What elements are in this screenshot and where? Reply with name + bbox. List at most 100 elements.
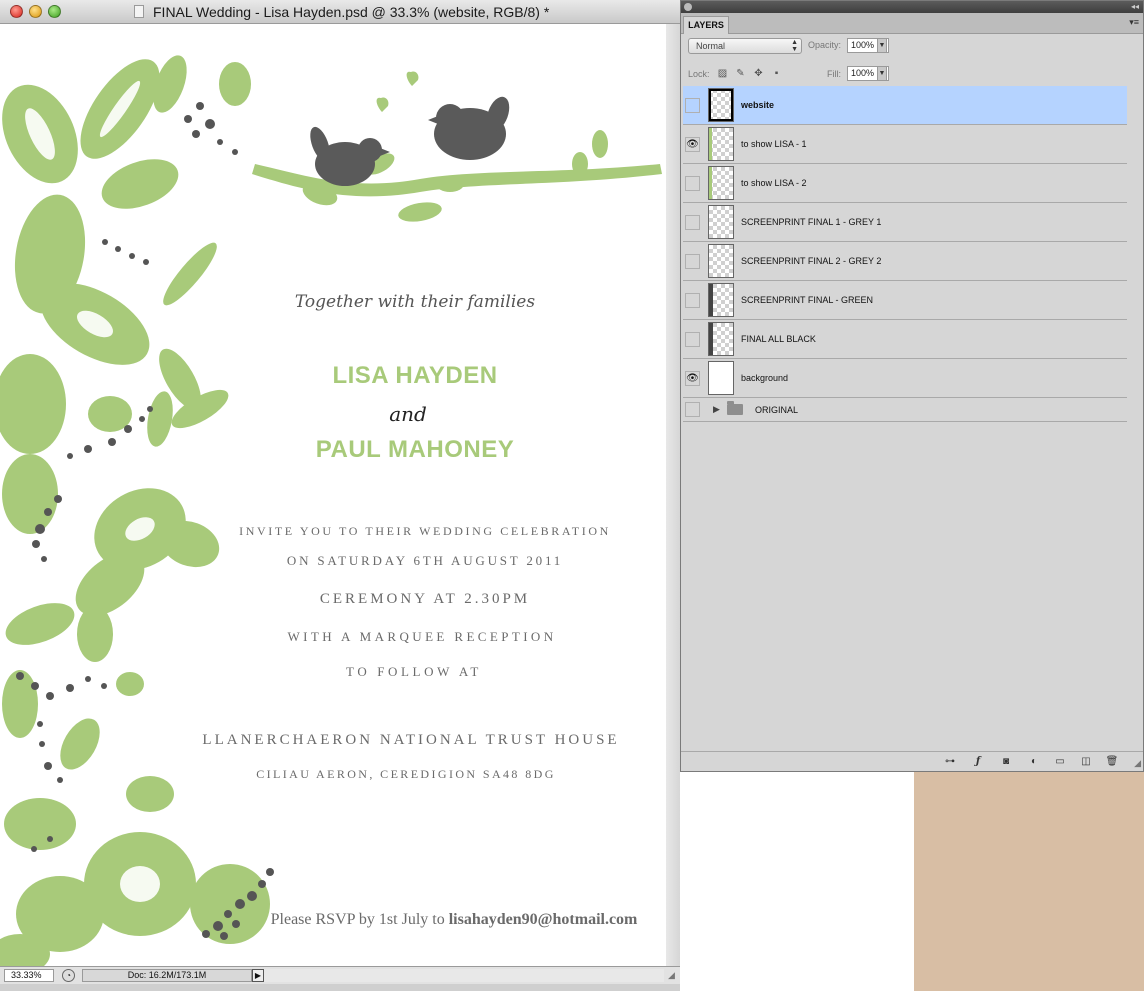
layer-thumbnail	[708, 127, 734, 161]
layer-thumbnail	[708, 205, 734, 239]
document-proxy-icon[interactable]	[134, 5, 144, 18]
layer-thumbnail	[708, 322, 734, 356]
layers-panel-footer: ⊶ ƒ ◙ ◐ ▭ ◫ 🗑 ◢	[681, 751, 1143, 771]
select-arrows-icon: ▲ ▼	[791, 39, 798, 53]
layer-row[interactable]: SCREENPRINT FINAL - GREEN	[683, 281, 1127, 320]
visibility-toggle[interactable]	[685, 332, 700, 347]
disclosure-triangle-icon[interactable]: ▶	[713, 404, 720, 415]
layer-name: to show LISA - 1	[741, 139, 807, 149]
rsvp-line: Please RSVP by 1st July to lisahayden90@…	[271, 911, 638, 929]
layer-row[interactable]: 👁 to show LISA - 1	[683, 125, 1127, 164]
add-mask-icon[interactable]: ◙	[999, 755, 1013, 768]
layer-name: to show LISA - 2	[741, 178, 807, 188]
lock-transparency-icon[interactable]: ▨	[717, 68, 728, 79]
layer-name: FINAL ALL BLACK	[741, 334, 816, 344]
panel-tab-row: LAYERS ▾≡	[681, 13, 1143, 34]
birds-on-branch	[252, 71, 662, 222]
document-window: FINAL Wedding - Lisa Hayden.psd @ 33.3% …	[0, 0, 680, 991]
layer-name: SCREENPRINT FINAL 1 - GREY 1	[741, 217, 882, 227]
floral-border-art	[0, 55, 270, 966]
visibility-toggle[interactable]	[685, 215, 700, 230]
opacity-label: Opacity:	[808, 40, 842, 50]
layer-name: SCREENPRINT FINAL 2 - GREY 2	[741, 256, 882, 266]
layer-row[interactable]: SCREENPRINT FINAL 1 - GREY 1	[683, 203, 1127, 242]
invitation-artwork	[0, 55, 662, 966]
intro-line: Together with their families	[294, 292, 536, 312]
lock-position-icon[interactable]: ✥	[753, 68, 764, 79]
window-titlebar[interactable]: FINAL Wedding - Lisa Hayden.psd @ 33.3% …	[0, 0, 680, 24]
desktop-window-behind	[914, 770, 1144, 991]
zoom-window-button[interactable]	[48, 5, 61, 18]
reception-line: with a marquee reception	[287, 629, 557, 644]
tab-layers[interactable]: LAYERS	[683, 16, 729, 34]
fill-label: Fill:	[827, 69, 841, 79]
zoom-level-field[interactable]: 33.33%	[4, 969, 54, 982]
blend-mode-value: Normal	[696, 41, 726, 51]
layer-row[interactable]: website	[683, 86, 1127, 125]
visibility-toggle[interactable]	[685, 254, 700, 269]
visibility-toggle[interactable]	[685, 293, 700, 308]
visibility-toggle[interactable]	[685, 98, 700, 113]
opacity-dropdown-icon[interactable]: ▼	[877, 38, 887, 53]
canvas-edge	[666, 24, 680, 966]
rsvp-text: Please RSVP by 1st July to	[270, 911, 449, 928]
close-window-button[interactable]	[10, 5, 23, 18]
status-menu-arrow-icon[interactable]: ▶	[252, 969, 264, 982]
layer-name: website	[741, 100, 775, 110]
layer-thumbnail	[708, 88, 734, 122]
new-layer-icon[interactable]: ◫	[1079, 755, 1093, 768]
layer-thumbnail	[708, 244, 734, 278]
layer-thumbnail	[708, 283, 734, 317]
window-bottom-edge	[0, 984, 680, 991]
layer-group-row[interactable]: ▶ ORIGINAL	[683, 398, 1127, 422]
panel-resize-grip-icon[interactable]: ◢	[1134, 758, 1141, 769]
document-size-readout[interactable]: Doc: 16.2M/173.1M	[82, 969, 252, 982]
lock-image-icon[interactable]: ✎	[735, 68, 746, 79]
panel-collapse-icon[interactable]: ◂◂	[1131, 1, 1139, 13]
lock-label: Lock:	[688, 69, 710, 79]
visibility-toggle[interactable]	[685, 176, 700, 191]
layer-thumbnail	[708, 361, 734, 395]
layers-panel: ◂◂ LAYERS ▾≡ Normal ▲ ▼ Opacity: 100% ▼ L…	[680, 0, 1144, 772]
layer-row[interactable]: to show LISA - 2	[683, 164, 1127, 203]
venue-name: LLANERCHAERON NATIONAL TRUST HOUSE	[202, 732, 620, 748]
panel-close-button[interactable]	[684, 3, 692, 11]
layer-row[interactable]: SCREENPRINT FINAL 2 - GREY 2	[683, 242, 1127, 281]
delete-layer-icon[interactable]: 🗑	[1105, 755, 1119, 768]
adjustment-layer-icon[interactable]: ◐	[1027, 755, 1041, 768]
ceremony-time: Ceremony at 2.30pm	[319, 591, 531, 607]
layer-name: SCREENPRINT FINAL - GREEN	[741, 295, 874, 305]
fill-dropdown-icon[interactable]: ▼	[877, 66, 887, 81]
invite-line-1: invite you to their wedding celebration	[239, 524, 611, 538]
layer-name: background	[741, 373, 789, 383]
layer-row[interactable]: 👁 background	[683, 359, 1127, 398]
lock-all-icon[interactable]: ▪	[771, 68, 782, 79]
folder-icon	[727, 401, 743, 415]
window-title: FINAL Wedding - Lisa Hayden.psd @ 33.3% …	[153, 4, 550, 20]
eye-icon[interactable]: 👁	[685, 371, 700, 386]
rsvp-email: lisahayden90@hotmail.com	[448, 911, 638, 928]
panel-menu-icon[interactable]: ▾≡	[1129, 17, 1139, 28]
panel-titlebar[interactable]: ◂◂	[681, 1, 1143, 13]
invite-line-2: on saturday 6th august 2011	[286, 553, 564, 568]
follow-line: to follow at	[346, 664, 482, 679]
status-info-icon[interactable]: ◔	[62, 969, 75, 982]
desktop-background	[680, 770, 914, 991]
blend-mode-select[interactable]: Normal ▲ ▼	[688, 38, 802, 54]
status-bar: 33.33% ◔ Doc: 16.2M/173.1M ▶ ◢	[0, 966, 680, 984]
and-word: and	[389, 402, 427, 426]
layers-list: website 👁 to show LISA - 1 to show LISA …	[683, 86, 1127, 751]
eye-icon[interactable]: 👁	[685, 137, 700, 152]
horizontal-scrollbar[interactable]	[264, 969, 664, 982]
layer-row[interactable]: FINAL ALL BLACK	[683, 320, 1127, 359]
groom-name: PAUL MAHONEY	[315, 436, 515, 463]
visibility-toggle[interactable]	[685, 402, 700, 417]
resize-grip-icon[interactable]: ◢	[668, 970, 678, 980]
document-canvas[interactable]: Together with their families LISA HAYDEN…	[0, 24, 680, 966]
layer-style-icon[interactable]: ƒ	[971, 755, 985, 768]
minimize-window-button[interactable]	[29, 5, 42, 18]
new-group-icon[interactable]: ▭	[1053, 755, 1067, 768]
bride-name: LISA HAYDEN	[332, 362, 498, 389]
link-layers-icon[interactable]: ⊶	[943, 755, 957, 768]
group-name: ORIGINAL	[755, 405, 799, 415]
